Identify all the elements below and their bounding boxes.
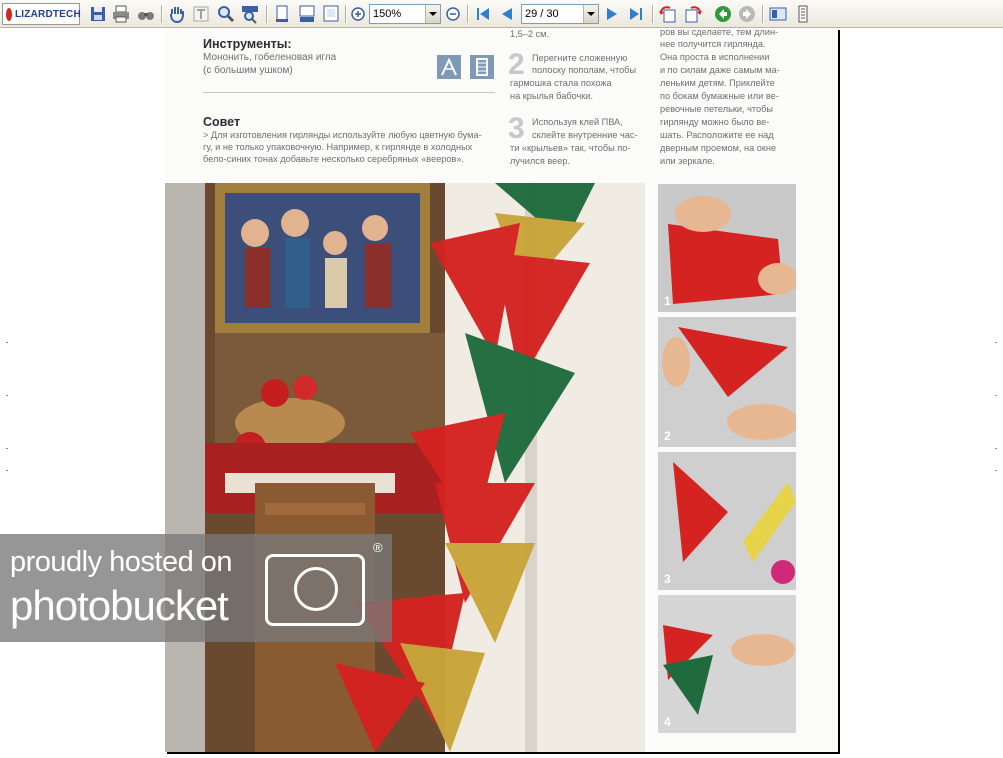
camera-icon (265, 554, 365, 626)
go-forward-icon[interactable] (737, 4, 757, 24)
margin-mark (6, 448, 8, 449)
step-photo-label: 2 (664, 429, 671, 443)
toolbar-separator (266, 5, 268, 23)
first-page-icon[interactable] (473, 4, 493, 24)
body-text-line: Она проста в исполнении (660, 52, 770, 62)
rotate-left-icon[interactable] (658, 4, 678, 24)
zoom-in-icon[interactable] (348, 4, 368, 24)
margin-mark (6, 342, 8, 343)
step-photo-label: 4 (664, 715, 671, 729)
document-page[interactable]: Инструменты: Мононить, гобеленовая игла … (165, 28, 838, 752)
body-text-line: дверным проемом, на окне (660, 143, 777, 153)
margin-mark (995, 470, 997, 471)
chevron-down-icon[interactable] (583, 5, 598, 23)
margin-mark (6, 470, 8, 471)
body-text-line: и по силам даже самым ма- (660, 65, 780, 75)
tools-heading: Инструменты: (203, 37, 292, 51)
save-icon[interactable] (88, 4, 108, 24)
page-continuous-icon[interactable] (297, 4, 317, 24)
zoom-value: 150% (373, 8, 402, 20)
tip-text-line: бело-синих тонах добавьте несколько сере… (203, 154, 465, 164)
margin-mark (995, 395, 997, 396)
step-photo-label: 3 (664, 572, 671, 586)
step-photo-2: 2 (658, 317, 796, 447)
find-icon[interactable] (136, 4, 156, 24)
next-page-icon[interactable] (602, 4, 622, 24)
tools-text-line: (с большим ушком) (203, 65, 293, 76)
body-text-line: или зеркале. (660, 156, 715, 166)
last-page-icon[interactable] (626, 4, 646, 24)
step-number: 3 (508, 112, 525, 145)
tip-text-line: гу, и не только упаковочную. Например, к… (203, 142, 473, 152)
margin-mark (995, 448, 997, 449)
page-facing-icon[interactable] (321, 4, 341, 24)
watermark-line2: photobucket (10, 582, 229, 629)
step-photo-label: 1 (664, 294, 671, 308)
step-text-line: лучился веер. (510, 156, 571, 166)
toolbar-separator (161, 5, 163, 23)
step-text-line: Используя клей ПВА, (532, 117, 623, 127)
step-text-line: склейте внутренние час- (532, 130, 638, 140)
toolbar-separator (345, 5, 347, 23)
print-icon[interactable] (111, 4, 131, 24)
zoom-tool-icon[interactable] (216, 4, 236, 24)
body-text-line: шать. Расположите ее над (660, 130, 774, 140)
brand-mark-icon (6, 7, 12, 21)
toolbar-separator (762, 5, 764, 23)
margin-mark (6, 395, 8, 396)
body-text-line: по бокам бумажные или ве- (660, 91, 779, 101)
body-text-line: гирлянду можно было ве- (660, 117, 770, 127)
page-single-icon[interactable] (272, 4, 292, 24)
registered-mark: ® (373, 540, 383, 555)
body-text-line: ревочные петельки, чтобы (660, 104, 773, 114)
needle-icon (437, 55, 461, 79)
step-text-line: 1,5–2 см. (510, 29, 550, 39)
zoom-select[interactable]: 150% (369, 4, 441, 24)
go-back-icon[interactable] (713, 4, 733, 24)
step-text-line: Перегните сложенную (532, 53, 628, 63)
step-photo-1: 1 (658, 184, 796, 312)
step-text-line: на крылья бабочки. (510, 91, 593, 101)
tip-heading: Совет (203, 115, 241, 129)
brand-logo: LIZARDTECH (2, 3, 81, 25)
body-text-line: нее получится гирлянда. (660, 39, 766, 49)
tip-text-line: > Для изготовления гирлянды используйте … (203, 130, 482, 140)
step-number: 2 (508, 48, 525, 81)
rotate-right-icon[interactable] (683, 4, 703, 24)
thread-icon (470, 55, 494, 79)
page-number-select[interactable]: 29 / 30 (521, 4, 599, 24)
step-photo-3: 3 (658, 452, 796, 590)
brand-name: LIZARDTECH (15, 8, 81, 20)
hand-tool-icon[interactable] (167, 4, 187, 24)
viewer-toolbar: LIZARDTECH 150% 29 / 30 (0, 0, 1003, 28)
section-divider (203, 92, 495, 93)
step-text-line: полоску пополам, чтобы (532, 65, 637, 75)
step-text-line: гармошка стала похожа (510, 78, 612, 88)
chevron-down-icon[interactable] (425, 5, 440, 23)
garland-photo (165, 183, 645, 752)
watermark-line1: proudly hosted on (10, 546, 233, 578)
toolbar-separator (467, 5, 469, 23)
zoom-area-icon[interactable] (240, 4, 260, 24)
tools-text-line: Мононить, гобеленовая игла (203, 52, 337, 63)
thumbnails-icon[interactable] (768, 4, 788, 24)
info-icon[interactable] (793, 4, 813, 24)
zoom-out-icon[interactable] (443, 4, 463, 24)
body-text-line: леньким детям. Приклейте (660, 78, 775, 88)
toolbar-separator (652, 5, 654, 23)
previous-page-icon[interactable] (497, 4, 517, 24)
text-select-icon[interactable] (191, 4, 211, 24)
margin-mark (995, 342, 997, 343)
step-photo-4: 4 (658, 595, 796, 733)
step-text-line: ти «крыльев» так, чтобы по- (510, 143, 631, 153)
photobucket-watermark: proudly hosted on photobucket ® (0, 534, 392, 642)
page-number-value: 29 / 30 (525, 8, 559, 20)
body-text-line: ров вы сделаете, тем длин- (660, 28, 779, 37)
